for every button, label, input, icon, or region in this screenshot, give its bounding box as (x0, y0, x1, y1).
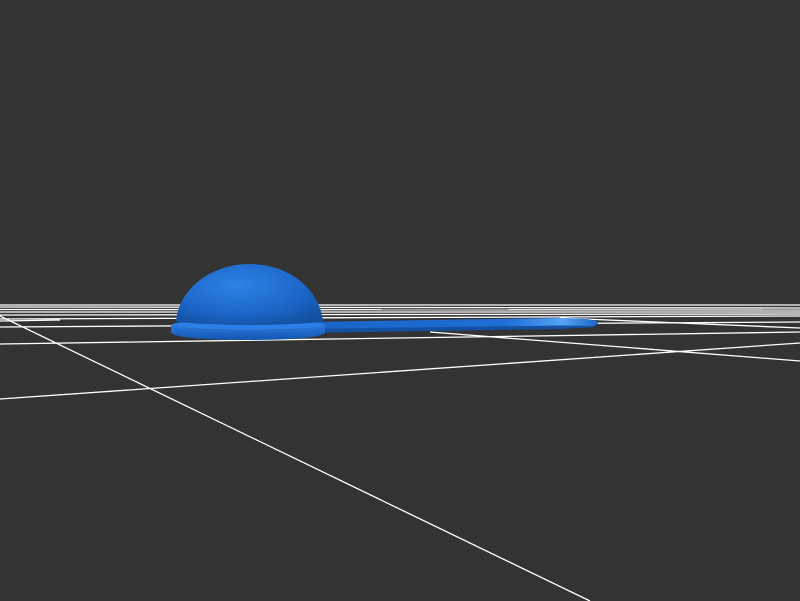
3d-viewport[interactable] (0, 0, 800, 601)
grid-line (0, 315, 800, 320)
grid-line (0, 306, 800, 309)
ground-grid (0, 304, 800, 601)
grid-line (0, 315, 591, 601)
scene-canvas (0, 264, 800, 601)
model-dome (176, 264, 323, 325)
grid-line (0, 308, 800, 311)
3d-model[interactable] (171, 264, 598, 340)
grid-line (0, 331, 800, 345)
grid-line (0, 313, 800, 316)
